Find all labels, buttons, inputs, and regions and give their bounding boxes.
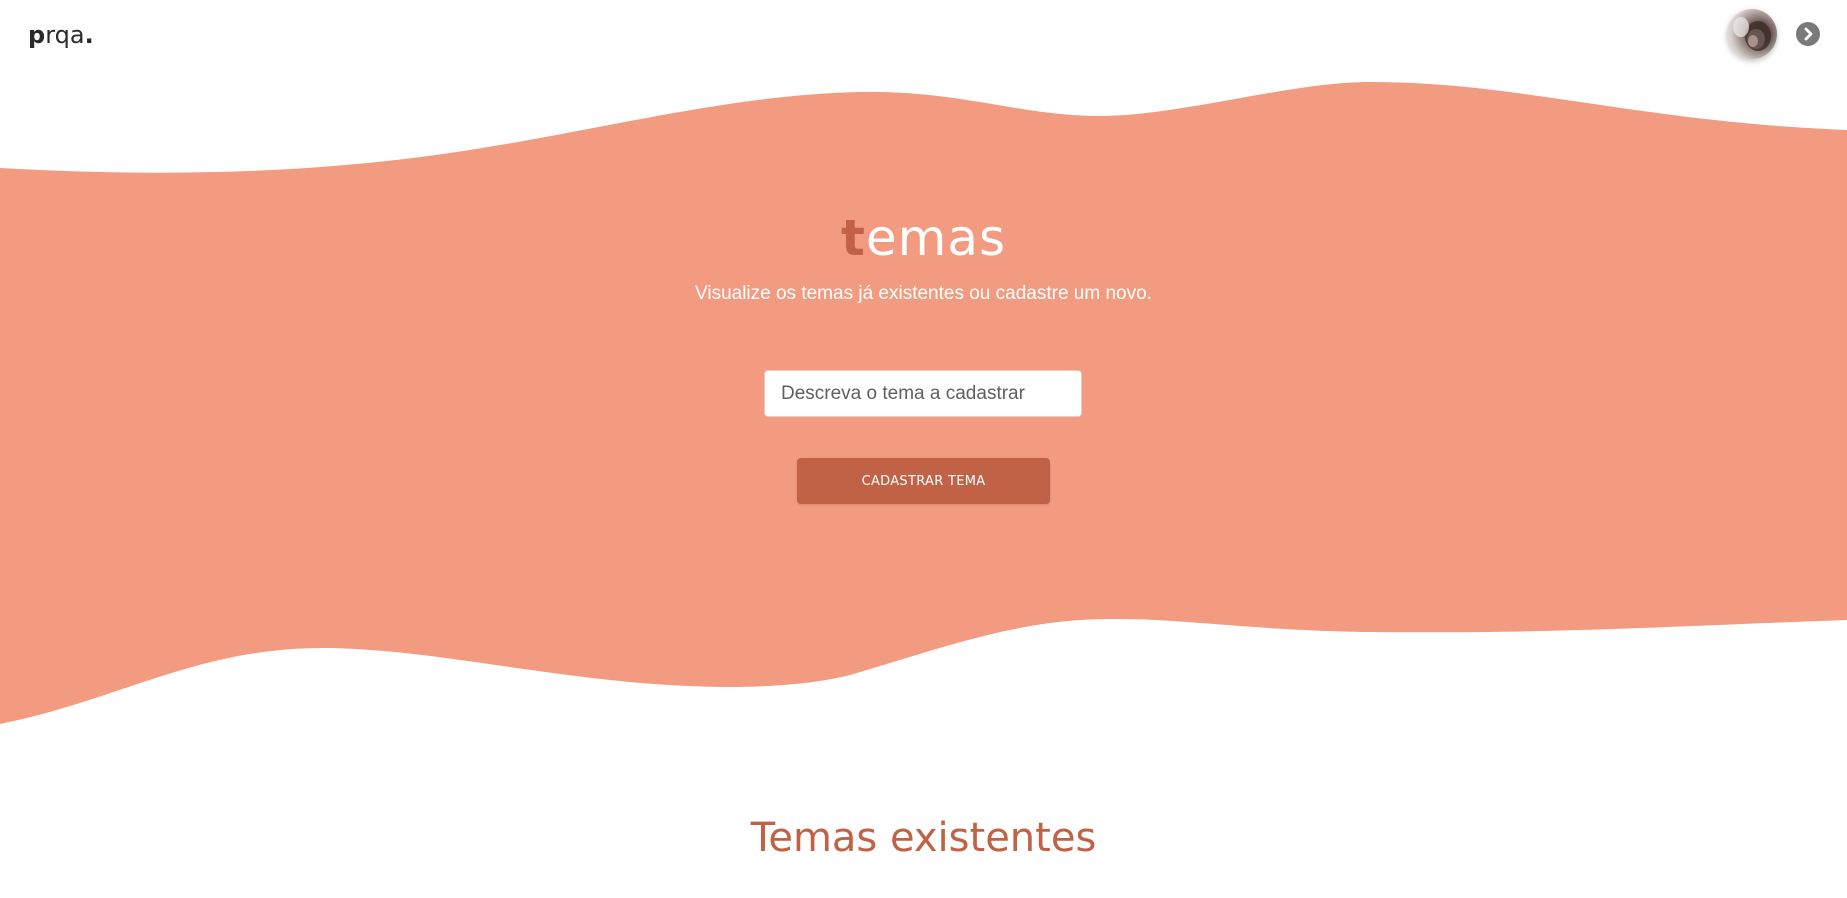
hero-section: temas Visualize os temas já existentes o… [0,0,1847,898]
existing-themes-title: Temas existentes [750,815,1097,861]
register-theme-button[interactable]: CADASTRAR TEMA [797,458,1050,504]
theme-input-container [764,370,1082,417]
page-subtitle: Visualize os temas já existentes ou cada… [695,283,1152,304]
page-title-rest: emas [865,209,1007,267]
theme-description-input[interactable] [765,371,1081,416]
page: prqa. temas Visualize os temas já existe… [0,0,1847,898]
page-title: temas [0,210,1847,266]
page-title-accent: t [840,209,866,267]
